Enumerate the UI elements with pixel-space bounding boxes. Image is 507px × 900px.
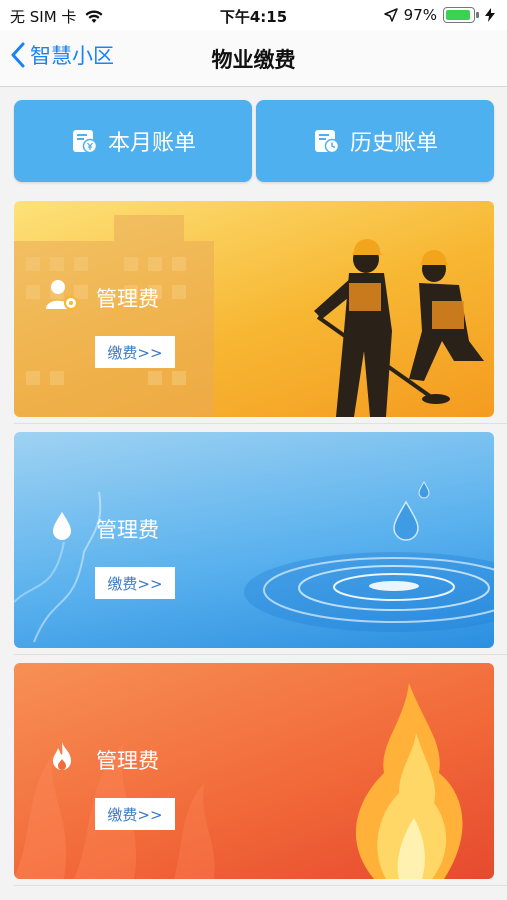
- battery-level: [446, 10, 470, 20]
- fee-label: 管理费: [96, 518, 159, 542]
- flame-icon: [53, 742, 71, 770]
- workers-illustration: [314, 239, 484, 417]
- divider: [14, 423, 507, 424]
- battery-icon: [443, 7, 479, 23]
- tab-history-bill[interactable]: 历史账单: [256, 100, 494, 182]
- fee-card-gas[interactable]: 管理费 缴费>>: [14, 663, 494, 879]
- pay-button[interactable]: 缴费>>: [95, 336, 175, 368]
- water-ripple-illustration: [14, 481, 494, 643]
- charging-bolt-icon: [485, 8, 495, 22]
- nav-bar: 智慧小区 物业缴费: [0, 30, 507, 87]
- tab-current-bill-label: 本月账单: [107, 131, 196, 156]
- fee-label: 管理费: [96, 749, 159, 773]
- status-bar: 无 SIM 卡 下午4:15 97%: [0, 0, 507, 30]
- fee-card-property[interactable]: 管理费 缴费>>: [14, 201, 494, 417]
- water-drop-icon: [53, 512, 71, 540]
- fee-card-water[interactable]: 管理费 缴费>>: [14, 432, 494, 648]
- pay-button[interactable]: 缴费>>: [95, 567, 175, 599]
- pay-button[interactable]: 缴费>>: [95, 798, 175, 830]
- page-title: 物业缴费: [211, 48, 296, 72]
- flame-illustration: [14, 683, 463, 879]
- tab-history-bill-label: 历史账单: [349, 131, 438, 156]
- divider: [14, 885, 507, 886]
- bill-tabs: 本月账单 历史账单: [14, 100, 494, 182]
- battery-percent: 97%: [403, 6, 437, 24]
- divider: [14, 654, 507, 655]
- tab-current-bill[interactable]: 本月账单: [14, 100, 252, 182]
- bill-yen-icon: [72, 130, 98, 154]
- history-bill-icon: [314, 130, 340, 154]
- fee-label: 管理费: [96, 287, 159, 311]
- property-staff-icon: [46, 280, 78, 310]
- main-content: 本月账单 历史账单 管理费 缴费>> 管理费 缴费>> 管理费 缴费>>: [0, 87, 507, 900]
- location-arrow-icon: [383, 8, 398, 22]
